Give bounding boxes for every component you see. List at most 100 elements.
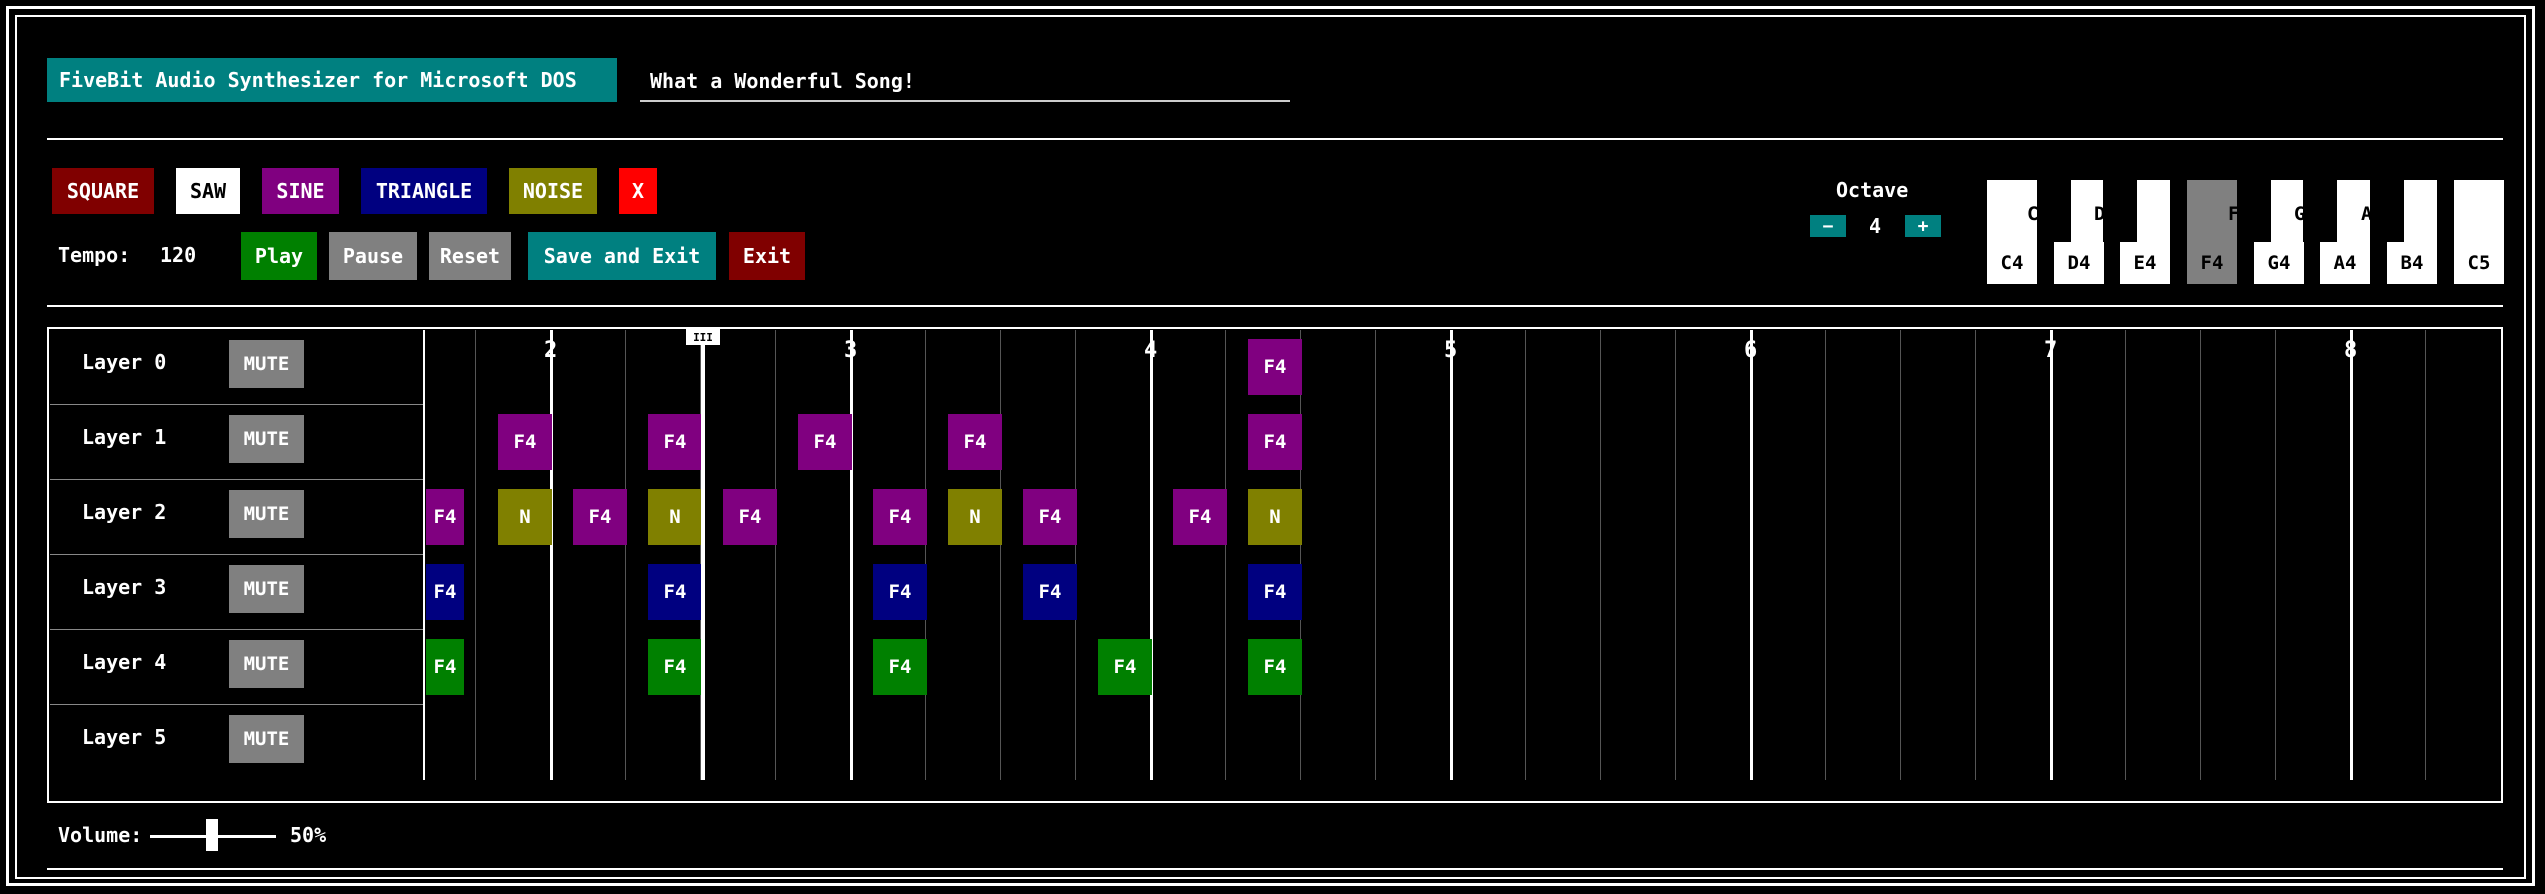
grid-line <box>1225 330 1226 780</box>
playhead[interactable] <box>701 330 705 780</box>
layer-name: Layer 2 <box>82 500 167 524</box>
mute-button-layer-5[interactable]: MUTE <box>229 715 304 763</box>
waveform-saw-button[interactable]: SAW <box>176 168 240 214</box>
key-g-sharp-4-label: G#4 <box>2294 203 2329 225</box>
bar-number: 7 <box>2044 338 2058 363</box>
note-block[interactable]: F4 <box>873 564 927 620</box>
key-f-sharp-4-label: F#4 <box>2228 203 2263 225</box>
volume-value: 50% <box>290 823 327 847</box>
waveform-square-button[interactable]: SQUARE <box>52 168 154 214</box>
volume-slider-handle[interactable] <box>206 819 218 851</box>
key-g4-label: G4 <box>2267 252 2291 274</box>
waveform-triangle-button[interactable]: TRIANGLE <box>361 168 487 214</box>
layer-row-5: Layer 5 MUTE <box>50 705 424 779</box>
note-block[interactable]: F4 <box>948 414 1002 470</box>
note-block[interactable]: F4 <box>573 489 627 545</box>
note-block[interactable]: F4 <box>1248 639 1302 695</box>
note-block[interactable]: F4 <box>723 489 777 545</box>
pause-button[interactable]: Pause <box>329 232 417 280</box>
grid-line <box>1825 330 1826 780</box>
note-block[interactable]: F4 <box>426 489 464 545</box>
note-block[interactable]: F4 <box>1023 564 1077 620</box>
layer-name: Layer 1 <box>82 425 167 449</box>
note-block[interactable]: F4 <box>648 639 702 695</box>
note-block[interactable]: F4 <box>873 639 927 695</box>
layer-row-1: Layer 1 MUTE <box>50 405 424 480</box>
note-block[interactable]: N <box>1248 489 1302 545</box>
octave-value: 4 <box>1869 214 1882 238</box>
exit-button[interactable]: Exit <box>729 232 805 280</box>
note-block[interactable]: F4 <box>1173 489 1227 545</box>
note-block[interactable]: N <box>648 489 702 545</box>
key-f4-label: F4 <box>2200 252 2224 274</box>
layer-row-4: Layer 4 MUTE <box>50 630 424 705</box>
note-block[interactable]: F4 <box>426 564 464 620</box>
waveform-sine-button[interactable]: SINE <box>262 168 339 214</box>
note-block[interactable]: N <box>948 489 1002 545</box>
note-block[interactable]: F4 <box>1248 414 1302 470</box>
layer-row-2: Layer 2 MUTE <box>50 480 424 555</box>
octave-decrease-button[interactable]: − <box>1810 215 1846 237</box>
mute-button-layer-1[interactable]: MUTE <box>229 415 304 463</box>
key-c5[interactable]: C5 <box>2454 180 2504 284</box>
layer-name: Layer 4 <box>82 650 167 674</box>
layer-row-3: Layer 3 MUTE <box>50 555 424 630</box>
grid-line <box>475 330 476 780</box>
grid-line <box>1075 330 1076 780</box>
note-block[interactable]: F4 <box>1098 639 1152 695</box>
key-c4-label: C4 <box>2000 252 2024 274</box>
tempo-label: Tempo: <box>58 243 131 267</box>
note-block[interactable]: F4 <box>498 414 552 470</box>
play-button[interactable]: Play <box>241 232 317 280</box>
octave-label: Octave <box>1836 178 1909 202</box>
bar-number: 5 <box>1444 338 1458 363</box>
grid-line <box>1525 330 1526 780</box>
key-f4-selected[interactable]: F4 <box>2187 180 2237 284</box>
key-a-sharp-4-label: A#4 <box>2361 203 2396 225</box>
note-block[interactable]: F4 <box>798 414 852 470</box>
key-c-sharp-4-label: C#4 <box>2027 203 2062 225</box>
mute-button-layer-4[interactable]: MUTE <box>229 640 304 688</box>
waveform-clear-button[interactable]: X <box>619 168 657 214</box>
key-d4-label: D4 <box>2067 252 2091 274</box>
grid-line <box>625 330 626 780</box>
grid-line <box>2200 330 2201 780</box>
note-block[interactable]: F4 <box>648 414 702 470</box>
grid-line <box>2425 330 2426 780</box>
note-block[interactable]: F4 <box>1248 339 1302 395</box>
note-block[interactable]: F4 <box>1023 489 1077 545</box>
key-a4-label: A4 <box>2333 252 2357 274</box>
key-e4-label: E4 <box>2133 252 2157 274</box>
octave-increase-button[interactable]: + <box>1905 215 1941 237</box>
app-title: FiveBit Audio Synthesizer for Microsoft … <box>47 58 617 102</box>
divider-middle <box>47 305 2503 307</box>
note-block[interactable]: F4 <box>873 489 927 545</box>
grid-line <box>2125 330 2126 780</box>
grid-line <box>775 330 776 780</box>
divider-bottom <box>47 868 2503 870</box>
playhead-handle[interactable]: III <box>686 329 720 345</box>
save-and-exit-button[interactable]: Save and Exit <box>528 232 716 280</box>
grid-line <box>1600 330 1601 780</box>
bar-line <box>1750 330 1753 780</box>
bar-number: 2 <box>544 338 558 363</box>
key-b4-label: B4 <box>2400 252 2424 274</box>
mute-button-layer-2[interactable]: MUTE <box>229 490 304 538</box>
divider-top <box>47 138 2503 140</box>
note-block[interactable]: N <box>498 489 552 545</box>
waveform-noise-button[interactable]: NOISE <box>509 168 597 214</box>
tempo-value[interactable]: 120 <box>160 243 196 267</box>
mute-button-layer-0[interactable]: MUTE <box>229 340 304 388</box>
bar-line <box>2350 330 2353 780</box>
note-block[interactable]: F4 <box>648 564 702 620</box>
mute-button-layer-3[interactable]: MUTE <box>229 565 304 613</box>
reset-button[interactable]: Reset <box>429 232 511 280</box>
layer-name: Layer 5 <box>82 725 167 749</box>
layer-row-0: Layer 0 MUTE <box>50 330 424 405</box>
bar-line <box>2050 330 2053 780</box>
song-name-input[interactable]: What a Wonderful Song! <box>640 62 1290 102</box>
note-block[interactable]: F4 <box>1248 564 1302 620</box>
note-block[interactable]: F4 <box>426 639 464 695</box>
key-c4[interactable]: C4 <box>1987 180 2037 284</box>
grid-line <box>925 330 926 780</box>
